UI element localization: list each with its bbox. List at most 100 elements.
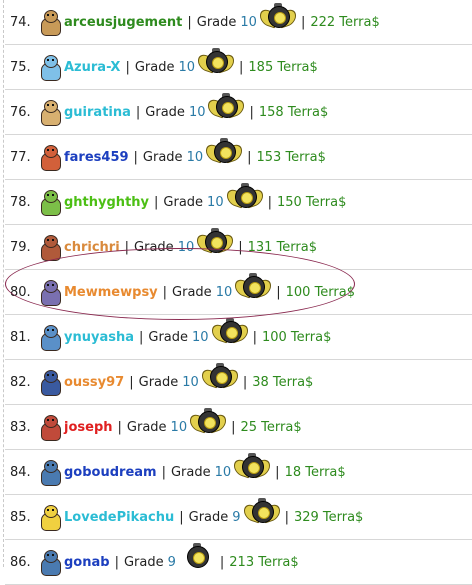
grade-value: 9 bbox=[167, 555, 176, 570]
grade-value: 9 bbox=[232, 510, 241, 525]
pokemon-avatar-icon bbox=[38, 368, 62, 398]
grade-label: Grade bbox=[145, 105, 185, 120]
grade-value: 10 bbox=[214, 465, 232, 480]
separator: | bbox=[252, 330, 257, 345]
grade-label: Grade bbox=[163, 195, 204, 210]
rank-number: 75. bbox=[10, 60, 31, 75]
grade-label: Grade bbox=[170, 465, 211, 480]
grade-value: 10 bbox=[170, 420, 188, 435]
winged-badge-icon bbox=[259, 2, 296, 33]
badge-icon bbox=[179, 542, 215, 573]
grade-label: Grade bbox=[126, 420, 167, 435]
terra-amount: 222 Terra$ bbox=[310, 15, 380, 30]
separator: | bbox=[117, 420, 122, 435]
grade-value: 10 bbox=[192, 330, 209, 345]
ranking-row: 83. joseph | Grade 10 | 25 Terra$ bbox=[8, 405, 472, 450]
winged-badge-icon bbox=[206, 137, 243, 168]
ranking-row: 74. arceusjugement | Grade 10 | 222 Terra$ bbox=[8, 0, 472, 45]
ranking-row: 78. ghthyghthy | Grade 10 | 150 Terra$ bbox=[8, 180, 472, 225]
username-link[interactable]: goboudream bbox=[64, 465, 157, 480]
terra-amount: 153 Terra$ bbox=[256, 150, 326, 165]
separator: | bbox=[139, 330, 144, 345]
separator: | bbox=[133, 150, 138, 165]
terra-amount: 158 Terra$ bbox=[258, 105, 329, 120]
terra-amount: 185 Terra$ bbox=[248, 60, 318, 75]
username-link[interactable]: gonab bbox=[64, 555, 110, 570]
username-link[interactable]: Azura-X bbox=[64, 60, 120, 75]
pokemon-avatar-icon bbox=[38, 143, 62, 173]
terra-amount: 18 Terra$ bbox=[284, 465, 346, 480]
separator: | bbox=[239, 60, 244, 75]
grade-value: 10 bbox=[240, 15, 257, 30]
pokemon-avatar-icon bbox=[38, 548, 62, 578]
rank-number: 81. bbox=[10, 330, 31, 345]
terra-amount: 25 Terra$ bbox=[240, 420, 302, 435]
separator: | bbox=[154, 195, 159, 210]
rank-number: 82. bbox=[10, 375, 31, 390]
separator: | bbox=[242, 375, 248, 390]
separator: | bbox=[129, 375, 134, 390]
ranking-row: 82. oussy97 | Grade 10 | 38 Terra$ bbox=[8, 360, 472, 405]
separator: | bbox=[125, 60, 130, 75]
separator: | bbox=[219, 555, 225, 570]
winged-badge-icon bbox=[198, 47, 235, 78]
grade-value: 10 bbox=[178, 60, 196, 75]
terra-amount: 38 Terra$ bbox=[252, 375, 314, 390]
rank-number: 77. bbox=[10, 150, 31, 165]
ranking-row: 76. guiratina | Grade 10 | 158 Terra$ bbox=[8, 90, 472, 135]
username-link[interactable]: joseph bbox=[64, 420, 113, 435]
username-link[interactable]: arceusjugement bbox=[64, 15, 182, 30]
left-dashed-guide bbox=[3, 0, 4, 567]
separator: | bbox=[300, 15, 306, 30]
pokemon-avatar-icon bbox=[38, 188, 62, 218]
grade-value: 10 bbox=[188, 105, 206, 120]
username-link[interactable]: ynuyasha bbox=[64, 330, 134, 345]
rank-number: 84. bbox=[10, 465, 31, 480]
ranking-row: 85. LovedePikachu | Grade 9 | 329 Terra$ bbox=[8, 495, 472, 540]
rank-number: 79. bbox=[10, 240, 31, 255]
rank-number: 78. bbox=[10, 195, 31, 210]
separator: | bbox=[179, 510, 184, 525]
winged-badge-icon bbox=[190, 407, 227, 438]
pokemon-avatar-icon bbox=[38, 503, 62, 533]
grade-label: Grade bbox=[188, 510, 229, 525]
rank-number: 83. bbox=[10, 420, 31, 435]
ranking-row: 86. gonab | Grade 9 | 213 Terra$ bbox=[8, 540, 472, 585]
rank-number: 76. bbox=[10, 105, 31, 120]
grade-label: Grade bbox=[148, 330, 189, 345]
username-link[interactable]: ghthyghthy bbox=[64, 195, 149, 210]
terra-amount: 100 Terra$ bbox=[261, 330, 332, 345]
separator: | bbox=[275, 465, 280, 480]
separator: | bbox=[114, 555, 119, 570]
grade-label: Grade bbox=[196, 15, 237, 30]
grade-label: Grade bbox=[142, 150, 183, 165]
grade-value: 10 bbox=[182, 375, 199, 390]
username-link[interactable]: LovedePikachu bbox=[64, 510, 174, 525]
winged-badge-icon bbox=[243, 497, 280, 528]
grade-value: 10 bbox=[207, 195, 224, 210]
username-link[interactable]: guiratina bbox=[64, 105, 131, 120]
separator: | bbox=[135, 105, 141, 120]
winged-badge-icon bbox=[234, 452, 271, 483]
username-link[interactable]: fares459 bbox=[64, 150, 129, 165]
separator: | bbox=[161, 465, 166, 480]
separator: | bbox=[187, 15, 192, 30]
terra-amount: 213 Terra$ bbox=[229, 555, 299, 570]
pokemon-avatar-icon bbox=[38, 458, 62, 488]
ranking-row: 77. fares459 | Grade 10 | 153 Terra$ bbox=[8, 135, 472, 180]
grade-label: Grade bbox=[134, 60, 175, 75]
winged-badge-icon bbox=[211, 317, 248, 348]
separator: | bbox=[247, 150, 252, 165]
separator: | bbox=[249, 105, 254, 120]
pokemon-avatar-icon bbox=[38, 53, 62, 83]
terra-amount: 150 Terra$ bbox=[276, 195, 347, 210]
separator: | bbox=[284, 510, 289, 525]
ranking-row: 81. ynuyasha | Grade 10 | 100 Terra$ bbox=[8, 315, 472, 360]
terra-amount: 329 Terra$ bbox=[293, 510, 364, 525]
rank-number: 74. bbox=[10, 15, 31, 30]
separator: | bbox=[231, 420, 236, 435]
winged-badge-icon bbox=[201, 362, 238, 393]
pokemon-avatar-icon bbox=[38, 98, 62, 128]
winged-badge-icon bbox=[226, 182, 263, 213]
username-link[interactable]: oussy97 bbox=[64, 375, 124, 390]
